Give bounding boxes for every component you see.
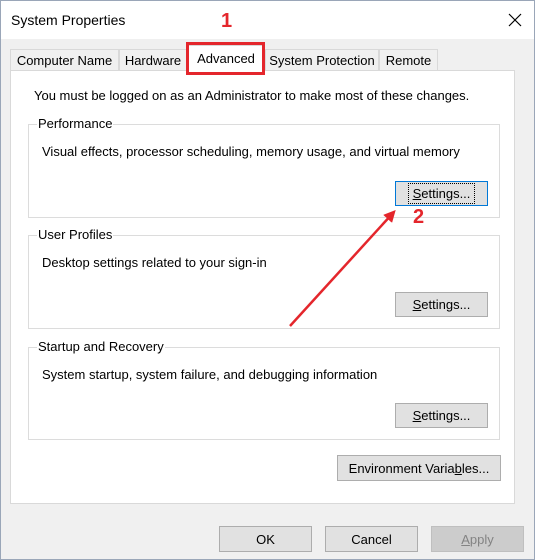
arrow-line [289, 210, 396, 327]
annotation-arrow [289, 210, 396, 327]
system-properties-dialog: System Properties Computer Name Hardware… [0, 0, 535, 560]
